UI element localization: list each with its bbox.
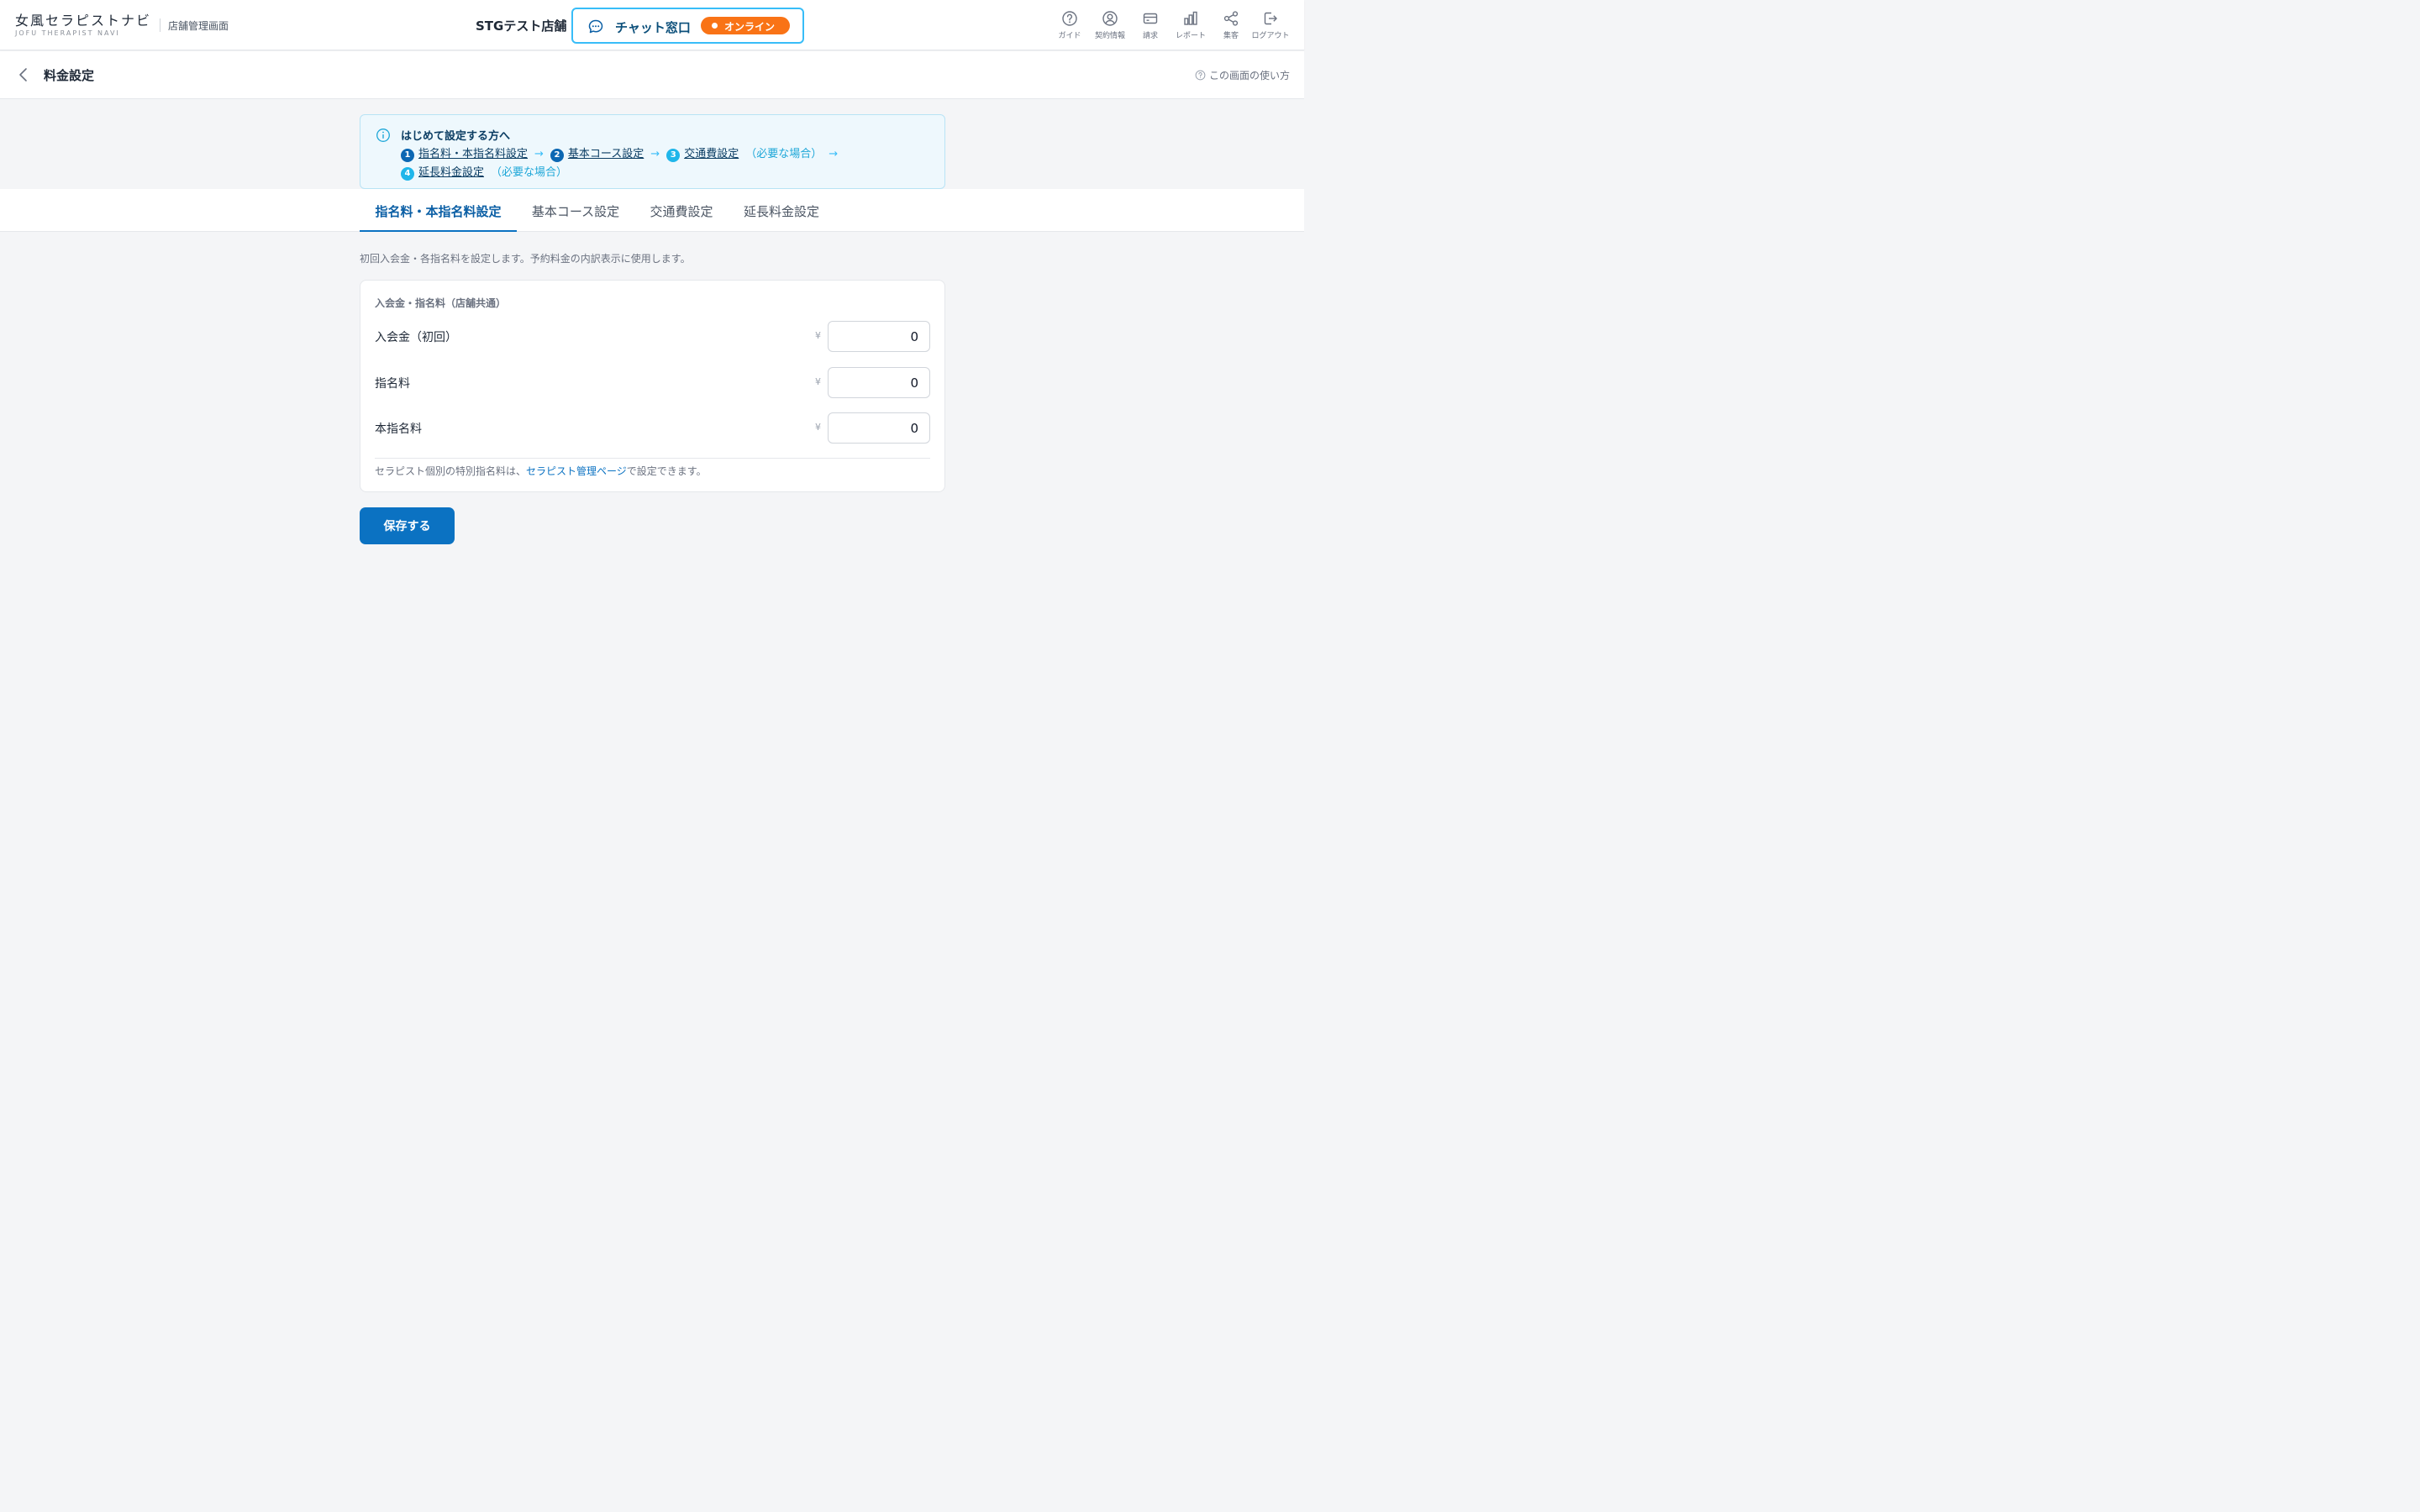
- tab-transport-fee[interactable]: 交通費設定: [634, 189, 729, 232]
- step-number-badge: 1: [401, 149, 414, 162]
- nomination-fee-input[interactable]: [828, 367, 930, 398]
- nav-guide[interactable]: ガイド: [1049, 10, 1091, 44]
- fee-row-nomination: 指名料 ¥: [375, 367, 930, 399]
- main-nomination-fee-input[interactable]: [828, 412, 930, 444]
- save-button[interactable]: 保存する: [360, 507, 455, 544]
- nav-guide-label: ガイド: [1058, 32, 1081, 40]
- step-link-nomination-fee[interactable]: 指名料・本指名料設定: [418, 148, 528, 160]
- section-title: 入会金・指名料（店舗共通）: [375, 297, 507, 309]
- chat-label: チャット窓口: [615, 20, 691, 35]
- tab-nomination-fee[interactable]: 指名料・本指名料設定: [360, 189, 517, 232]
- store-name: STGテスト店舗: [476, 18, 567, 34]
- credit-card-icon: [1143, 13, 1158, 24]
- step-number-badge: 2: [550, 149, 564, 162]
- page-description: 初回入会金・各指名料を設定します。予約料金の内訳表示に使用します。: [360, 253, 691, 265]
- step-number-badge: 3: [666, 149, 681, 162]
- guide-title: はじめて設定する方へ: [401, 130, 511, 143]
- yen-symbol: ¥: [815, 422, 821, 433]
- tab-extension-fee[interactable]: 延長料金設定: [729, 189, 834, 232]
- divider: [375, 458, 930, 459]
- nav-billing-label: 請求: [1142, 32, 1158, 40]
- nav-billing[interactable]: 請求: [1129, 10, 1171, 44]
- info-icon: [376, 129, 390, 142]
- top-header: 女風セラピストナビ JOFU THERAPIST NAVI 店舗管理画面 STG…: [0, 0, 1304, 50]
- usage-help-label: この画面の使い方: [1208, 70, 1290, 81]
- page-title: 料金設定: [44, 68, 95, 83]
- step-note: （必要な場合）: [745, 148, 823, 160]
- fee-label: 指名料: [375, 377, 410, 391]
- bar-chart-icon: [1184, 11, 1197, 25]
- yen-symbol: ¥: [815, 376, 821, 387]
- step-note: （必要な場合）: [491, 166, 568, 179]
- yen-symbol: ¥: [815, 330, 821, 341]
- nav-marketing[interactable]: 集客: [1210, 10, 1252, 44]
- status-dot-icon: [712, 23, 718, 29]
- fee-row-admission: 入会金（初回） ¥: [375, 321, 930, 353]
- chat-bubble-icon: [588, 19, 603, 34]
- guide-steps-row-1: 1 指名料・本指名料設定 → 2 基本コース設定 → 3 交通費設定 （必要な場合） →: [401, 144, 844, 162]
- share-icon: [1223, 11, 1239, 26]
- nav-marketing-label: 集客: [1223, 32, 1239, 40]
- nav-contract-info[interactable]: 契約情報: [1089, 10, 1131, 44]
- fee-settings-card: 入会金・指名料（店舗共通） 入会金（初回） ¥ 指名料 ¥ 本指名料 ¥ セラピ…: [360, 280, 945, 492]
- step-link-basic-course[interactable]: 基本コース設定: [568, 148, 644, 160]
- logout-icon: [1264, 12, 1277, 25]
- step-number-badge: 4: [401, 167, 414, 181]
- question-circle-icon: [1195, 70, 1206, 81]
- nav-contract-label: 契約情報: [1094, 32, 1125, 40]
- chat-window-button[interactable]: チャット窓口 オンライン: [571, 8, 804, 44]
- fee-row-main-nomination: 本指名料 ¥: [375, 412, 930, 444]
- first-time-guide: はじめて設定する方へ 1 指名料・本指名料設定 → 2 基本コース設定 → 3 交通費設定 （必…: [360, 114, 945, 189]
- nav-report-label: レポート: [1175, 32, 1206, 40]
- online-status-text: オンライン: [724, 21, 776, 33]
- step-link-extension-fee[interactable]: 延長料金設定: [418, 166, 484, 179]
- therapist-management-link[interactable]: セラピスト管理ページ: [526, 465, 627, 477]
- tab-basic-course[interactable]: 基本コース設定: [517, 189, 634, 232]
- user-circle-icon: [1102, 11, 1118, 26]
- logo[interactable]: 女風セラピストナビ: [15, 9, 151, 29]
- arrow-right-icon: →: [534, 148, 544, 160]
- note-prefix: セラピスト個別の特別指名料は、: [375, 465, 527, 477]
- step-link-transport-fee[interactable]: 交通費設定: [684, 148, 739, 160]
- page-header: 料金設定 この画面の使い方: [0, 51, 1304, 99]
- nav-logout[interactable]: ログアウト: [1249, 10, 1292, 44]
- arrow-right-icon: →: [650, 148, 660, 160]
- note-suffix: で設定できます。: [626, 465, 707, 477]
- nav-logout-label: ログアウト: [1251, 32, 1290, 40]
- guide-steps-row-2: 4 延長料金設定 （必要な場合）: [401, 163, 567, 181]
- admin-label: 店舗管理画面: [168, 20, 229, 32]
- arrow-right-icon: →: [829, 148, 839, 160]
- online-status-badge: オンライン: [701, 17, 790, 34]
- logo-subtitle: JOFU THERAPIST NAVI: [15, 29, 120, 37]
- usage-help-link[interactable]: この画面の使い方: [1195, 68, 1290, 82]
- back-chevron-icon[interactable]: [15, 66, 32, 84]
- fee-label: 入会金（初回）: [375, 331, 457, 344]
- help-circle-icon: [1062, 11, 1077, 26]
- nav-report[interactable]: レポート: [1170, 10, 1212, 44]
- fee-label: 本指名料: [375, 423, 422, 436]
- therapist-fee-note: セラピスト個別の特別指名料は、セラピスト管理ページで設定できます。: [375, 464, 707, 478]
- settings-tabs: 指名料・本指名料設定 基本コース設定 交通費設定 延長料金設定: [0, 189, 1304, 232]
- admission-fee-input[interactable]: [828, 321, 930, 352]
